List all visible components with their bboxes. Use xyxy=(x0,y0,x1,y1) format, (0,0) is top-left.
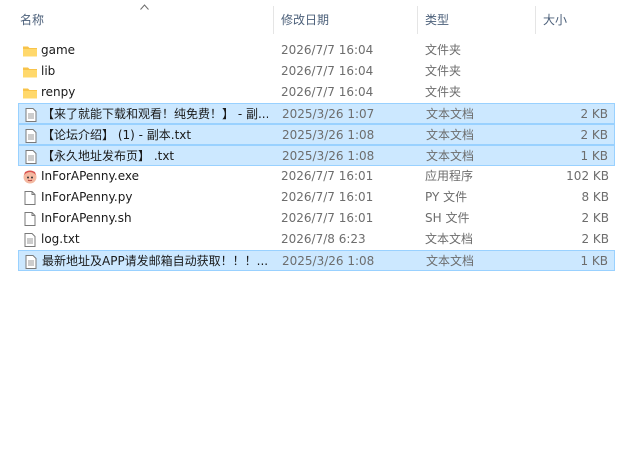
file-type: 文本文档 xyxy=(426,254,475,268)
file-modified-date: 2026/7/7 16:04 xyxy=(281,64,374,78)
folder-icon xyxy=(22,85,38,101)
file-row[interactable]: InForAPenny.exe 2026/7/7 16:01 应用程序 102 KB xyxy=(18,166,615,187)
file-icon xyxy=(22,211,38,227)
file-name: 【来了就能下载和观看！纯免费！】 - 副... xyxy=(42,107,268,121)
file-name: InForAPenny.py xyxy=(41,190,133,204)
file-size xyxy=(539,61,609,82)
file-size xyxy=(539,40,609,61)
text-file-icon xyxy=(23,149,39,165)
file-type: 应用程序 xyxy=(425,169,474,183)
file-icon xyxy=(22,190,38,206)
file-modified-date: 2025/3/26 1:07 xyxy=(282,107,375,121)
file-name: log.txt xyxy=(41,232,80,246)
file-modified-date: 2026/7/7 16:01 xyxy=(281,169,374,183)
file-type: 文件夹 xyxy=(425,64,462,78)
folder-icon xyxy=(22,43,38,59)
file-row[interactable]: renpy 2026/7/7 16:04 文件夹 xyxy=(18,82,615,103)
file-type: SH 文件 xyxy=(425,211,470,225)
column-header-bar: 名称 修改日期 类型 大小 xyxy=(0,0,621,38)
file-row[interactable]: 【来了就能下载和观看！纯免费！】 - 副... 2025/3/26 1:07 文本文… xyxy=(18,103,615,124)
file-type: 文件夹 xyxy=(425,85,462,99)
text-file-icon xyxy=(22,232,38,248)
file-size: 102 KB xyxy=(566,169,609,183)
text-file-icon xyxy=(23,254,39,270)
file-size: 8 KB xyxy=(581,190,609,204)
column-divider[interactable] xyxy=(273,6,274,34)
file-row[interactable]: 【永久地址发布页】 .txt 2025/3/26 1:08 文本文档 1 KB xyxy=(18,145,615,166)
file-size: 2 KB xyxy=(581,211,609,225)
file-size: 2 KB xyxy=(581,232,609,246)
file-size: 1 KB xyxy=(580,254,608,268)
app-exe-icon xyxy=(22,169,38,185)
column-header-type[interactable]: 类型 xyxy=(425,0,525,38)
column-divider[interactable] xyxy=(417,6,418,34)
file-row[interactable]: log.txt 2026/7/8 6:23 文本文档 2 KB xyxy=(18,229,615,250)
file-type: 文本文档 xyxy=(425,232,474,246)
folder-icon xyxy=(22,64,38,80)
file-name: InForAPenny.sh xyxy=(41,211,132,225)
column-divider[interactable] xyxy=(535,6,536,34)
file-modified-date: 2026/7/7 16:01 xyxy=(281,211,374,225)
file-name: lib xyxy=(41,64,56,78)
file-name: renpy xyxy=(41,85,76,99)
text-file-icon xyxy=(23,128,39,144)
column-header-name[interactable]: 名称 xyxy=(20,0,270,38)
file-modified-date: 2026/7/8 6:23 xyxy=(281,232,366,246)
file-name: 【永久地址发布页】 .txt xyxy=(42,149,175,163)
file-row[interactable]: InForAPenny.sh 2026/7/7 16:01 SH 文件 2 KB xyxy=(18,208,615,229)
file-size xyxy=(539,82,609,103)
file-row[interactable]: lib 2026/7/7 16:04 文件夹 xyxy=(18,61,615,82)
file-modified-date: 2025/3/26 1:08 xyxy=(282,254,375,268)
file-modified-date: 2025/3/26 1:08 xyxy=(282,149,375,163)
file-type: 文本文档 xyxy=(426,128,475,142)
file-type: 文本文档 xyxy=(426,107,475,121)
file-type: PY 文件 xyxy=(425,190,468,204)
file-row[interactable]: 【论坛介绍】 (1) - 副本.txt 2025/3/26 1:08 文本文档 2 K… xyxy=(18,124,615,145)
file-modified-date: 2025/3/26 1:08 xyxy=(282,128,375,142)
file-row[interactable]: game 2026/7/7 16:04 文件夹 xyxy=(18,40,615,61)
file-name: InForAPenny.exe xyxy=(41,169,139,183)
file-modified-date: 2026/7/7 16:04 xyxy=(281,85,374,99)
file-size: 1 KB xyxy=(580,149,608,163)
column-header-modified[interactable]: 修改日期 xyxy=(281,0,411,38)
file-name: 最新地址及APP请发邮箱自动获取！！！... xyxy=(42,254,268,268)
file-size: 2 KB xyxy=(580,128,608,142)
file-type: 文本文档 xyxy=(426,149,475,163)
file-row[interactable]: InForAPenny.py 2026/7/7 16:01 PY 文件 8 KB xyxy=(18,187,615,208)
file-modified-date: 2026/7/7 16:01 xyxy=(281,190,374,204)
file-name: game xyxy=(41,43,76,57)
file-row[interactable]: 最新地址及APP请发邮箱自动获取！！！... 2025/3/26 1:08 文本文档… xyxy=(18,250,615,271)
column-header-size[interactable]: 大小 xyxy=(543,0,613,38)
file-size: 2 KB xyxy=(580,107,608,121)
file-name: 【论坛介绍】 (1) - 副本.txt xyxy=(42,128,192,142)
file-type: 文件夹 xyxy=(425,43,462,57)
text-file-icon xyxy=(23,107,39,123)
file-modified-date: 2026/7/7 16:04 xyxy=(281,43,374,57)
